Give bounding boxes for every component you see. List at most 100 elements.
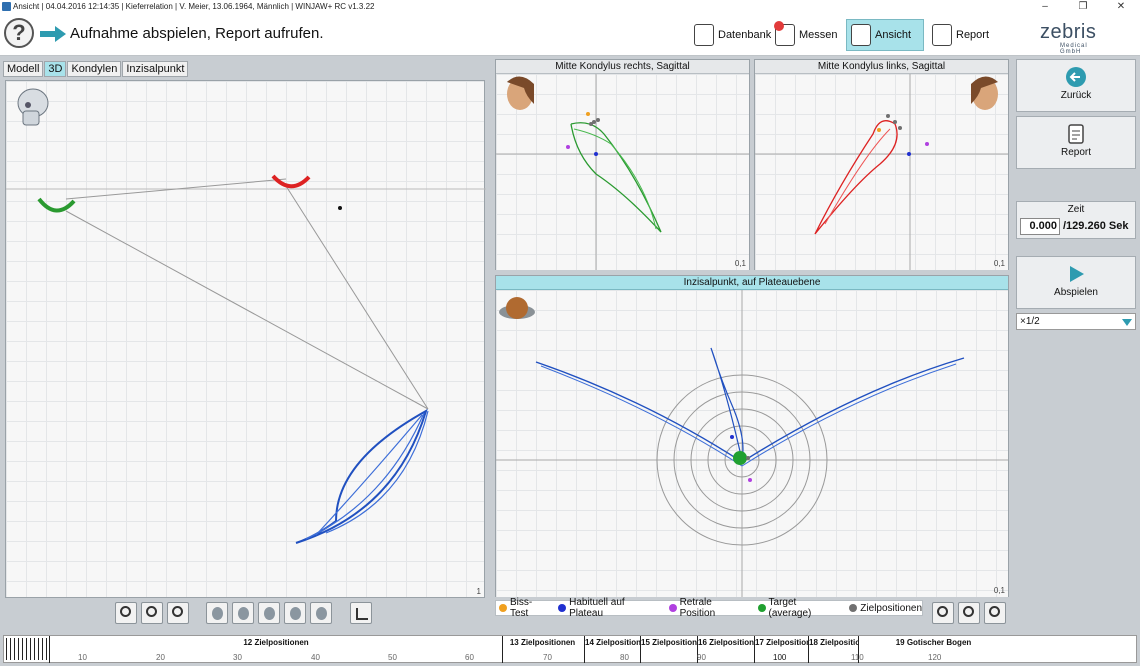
close-button[interactable]: ✕	[1102, 0, 1140, 13]
timeline-tick: 70	[543, 653, 552, 662]
timeline-tick: 50	[388, 653, 397, 662]
timeline-tick: 100	[773, 653, 787, 662]
app-icon	[2, 2, 11, 11]
database-icon	[694, 24, 714, 46]
time-current[interactable]: 0.000	[1020, 218, 1060, 235]
play-icon	[1070, 266, 1084, 282]
incisal-panel[interactable]: Inzisalpunkt, auf Plateauebene 0,1	[495, 275, 1009, 597]
timeline-segment[interactable]: 15 Zielpositionen	[640, 636, 697, 663]
maximize-button[interactable]: ❐	[1064, 0, 1102, 13]
window-title-bar: Ansicht | 04.04.2016 12:14:35 | Kieferre…	[0, 0, 1140, 13]
timeline-segment[interactable]: 12 Zielpositionen	[49, 636, 502, 663]
zoom-reset-icon	[989, 606, 1000, 617]
arrow-right-icon	[40, 26, 66, 42]
right-condyle-panel[interactable]: Mitte Kondylus rechts, Sagittal 0,1	[495, 59, 750, 270]
view-right-button[interactable]	[258, 602, 280, 624]
timeline-dense-markers	[6, 638, 48, 660]
incisal-scale: 0,1	[993, 586, 1005, 595]
head-left-icon	[238, 607, 249, 620]
legend-item: Habituell auf Plateau	[558, 597, 660, 619]
segment-label: 18 Zielpositionen	[809, 638, 858, 647]
view3d-panel[interactable]: 1	[5, 80, 486, 598]
tab-inzisalpunkt[interactable]: Inzisalpunkt	[122, 61, 189, 77]
segment-label: 19 Gotischer Bogen	[895, 638, 972, 647]
timeline-tick: 90	[697, 653, 706, 662]
incisal-zoom-out-button[interactable]	[932, 602, 954, 624]
head-front-icon	[212, 607, 223, 620]
left-condyle-title: Mitte Kondylus links, Sagittal	[755, 60, 1008, 74]
time-display: Zeit 0.000 /129.260 Sek	[1016, 201, 1136, 239]
view-front-button[interactable]	[206, 602, 228, 624]
segment-label: 14 Zielpositionen	[585, 638, 640, 647]
legend-label: Biss-Test	[509, 597, 533, 619]
legend-dot-icon	[668, 604, 677, 612]
minimize-button[interactable]: –	[1026, 0, 1064, 13]
legend: Biss-Test Habituell auf Plateau Retrale …	[495, 597, 923, 619]
view-left-button[interactable]	[232, 602, 254, 624]
time-total: /129.260 Sek	[1063, 220, 1129, 232]
nav-report-button[interactable]: Report	[928, 19, 993, 51]
face-right-icon	[507, 76, 534, 110]
nav-datenbank-button[interactable]: Datenbank	[690, 19, 775, 51]
incisal-zoom-reset-button[interactable]	[984, 602, 1006, 624]
right-condyle-title: Mitte Kondylus rechts, Sagittal	[496, 60, 749, 74]
angle-measure-button[interactable]	[350, 602, 372, 624]
zoom-out-icon	[937, 606, 948, 617]
speed-select[interactable]: ×1/2	[1016, 313, 1136, 330]
tab-kondylen[interactable]: Kondylen	[67, 61, 122, 77]
zoom-in-button[interactable]	[141, 602, 163, 624]
speed-value: ×1/2	[1020, 316, 1040, 327]
chevron-down-icon	[1122, 319, 1132, 326]
timeline-segment[interactable]: 13 Zielpositionen	[502, 636, 582, 663]
segment-label: 13 Zielpositionen	[509, 638, 576, 647]
legend-label: Retrale Position	[679, 597, 716, 619]
back-arrow-icon	[1066, 67, 1086, 87]
tab-3d[interactable]: 3D	[44, 61, 67, 77]
page-headline: Aufnahme abspielen, Report aufrufen.	[70, 25, 324, 42]
head-back-icon	[316, 607, 327, 620]
segment-label: 12 Zielpositionen	[243, 638, 309, 647]
play-button[interactable]: Abspielen	[1016, 256, 1136, 309]
zoom-reset-icon	[172, 606, 183, 617]
view-top-button[interactable]	[284, 602, 306, 624]
timeline-tick: 60	[465, 653, 474, 662]
segment-label: 15 Zielpositionen	[641, 638, 697, 647]
zoom-reset-button[interactable]	[167, 602, 189, 624]
zoom-out-icon	[120, 606, 131, 617]
report-icon	[932, 24, 952, 46]
face-left-icon	[971, 76, 998, 110]
report-label: Report	[1060, 147, 1091, 158]
legend-dot-icon	[558, 604, 567, 612]
segment-label: 17 Zielpositionen	[755, 638, 808, 647]
legend-item: Zielpositionen	[849, 603, 922, 614]
skull-icon	[17, 88, 49, 126]
tab-modell[interactable]: Modell	[3, 61, 44, 77]
report-button[interactable]: Report	[1016, 116, 1136, 169]
timeline-tick: 80	[620, 653, 629, 662]
back-label: Zurück	[1060, 90, 1092, 101]
head-top-icon	[290, 607, 301, 620]
help-button[interactable]: ?	[4, 18, 34, 48]
nav-ansicht-button[interactable]: Ansicht	[846, 19, 924, 51]
nav-datenbank-label: Datenbank	[718, 29, 772, 41]
zoom-in-icon	[146, 606, 157, 617]
legend-item: Target (average)	[757, 597, 842, 619]
timeline-segment[interactable]: 14 Zielpositionen	[584, 636, 640, 663]
incisal-zoom-in-button[interactable]	[958, 602, 980, 624]
nav-ansicht-label: Ansicht	[875, 29, 912, 41]
legend-dot-icon	[499, 604, 507, 612]
zoom-out-button[interactable]	[115, 602, 137, 624]
view-tabs: Modell 3D Kondylen Inzisalpunkt	[3, 61, 189, 77]
left-condyle-panel[interactable]: Mitte Kondylus links, Sagittal 0,1	[754, 59, 1009, 270]
view-icon	[851, 24, 871, 46]
nav-messen-button[interactable]: Messen	[771, 19, 842, 51]
view3d-scale: 1	[476, 587, 481, 596]
legend-item: Retrale Position	[668, 597, 750, 619]
view-back-button[interactable]	[310, 602, 332, 624]
timeline[interactable]: 12 Zielpositionen 13 Zielpositionen 14 Z…	[3, 635, 1137, 663]
nav-messen-label: Messen	[799, 29, 838, 41]
nav-report-label: Report	[956, 29, 990, 41]
back-button[interactable]: Zurück	[1016, 59, 1136, 112]
legend-label: Target (average)	[768, 597, 812, 619]
segment-label: 16 Zielpositionen	[698, 638, 754, 647]
